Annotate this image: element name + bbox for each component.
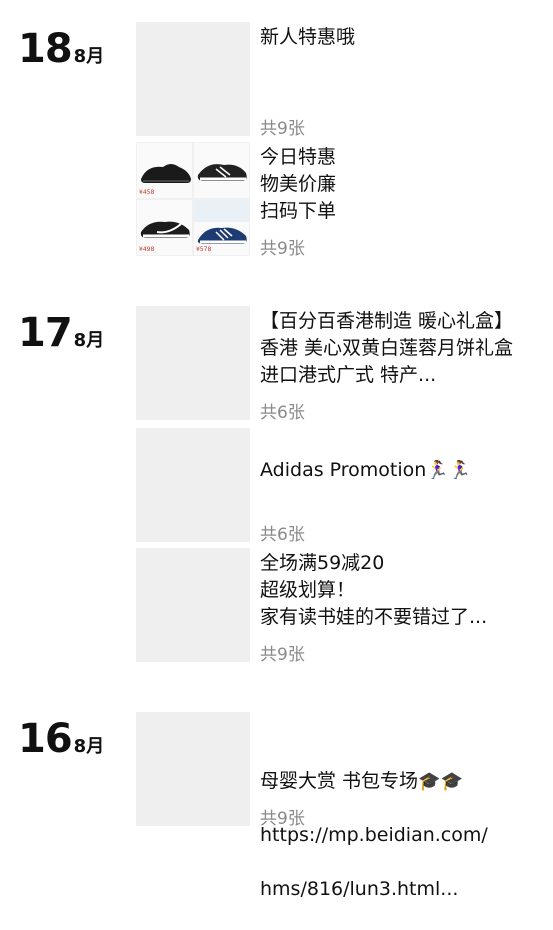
post-caption: 【百分百香港制造 暖心礼盒】香港 美心双黄白莲蓉月饼礼盒 进口港式广式 特产..… bbox=[260, 310, 514, 386]
moments-album-page: { "days": [ { "day": "18", "month": "8月"… bbox=[0, 0, 553, 900]
date-label-17: 17 8月 bbox=[18, 310, 104, 356]
post-item[interactable]: 全场满59减20 超级划算！ 家有读书娃的不要错过了... 共9张 bbox=[136, 548, 536, 665]
price-tag: ¥458 bbox=[139, 189, 155, 196]
post-caption: 今日特惠 物美价廉 扫码下单 bbox=[260, 146, 337, 222]
month-label: 8月 bbox=[73, 46, 105, 67]
image-count: 共9张 bbox=[260, 119, 305, 139]
post-item[interactable]: ¥458 ¥498 ¥578 今日特惠 物美价廉 扫码下单 共9张 bbox=[136, 142, 536, 259]
caption-text: 母婴大赏 书包专场 bbox=[260, 770, 419, 792]
day-number: 17 bbox=[18, 310, 73, 356]
post-caption: 新人特惠哦 bbox=[260, 26, 356, 48]
post-thumbnail[interactable] bbox=[136, 306, 250, 420]
post-item[interactable]: 新人特惠哦 共9张 bbox=[136, 22, 536, 139]
post-thumbnail[interactable] bbox=[136, 428, 250, 542]
price-tag: ¥498 bbox=[139, 246, 155, 253]
post-thumbnail[interactable] bbox=[136, 548, 250, 662]
price-tag: ¥578 bbox=[196, 246, 212, 253]
shoe-image-nike-runner: ¥498 bbox=[136, 199, 193, 256]
post-thumbnail[interactable] bbox=[136, 22, 250, 136]
month-label: 8月 bbox=[73, 736, 105, 757]
image-count: 共9张 bbox=[260, 239, 305, 259]
month-label: 8月 bbox=[73, 330, 105, 351]
image-count: 共9张 bbox=[260, 645, 305, 665]
post-caption: 全场满59减20 超级划算！ 家有读书娃的不要错过了... bbox=[260, 552, 488, 628]
post-item[interactable]: 【百分百香港制造 暖心礼盒】香港 美心双黄白莲蓉月饼礼盒 进口港式广式 特产..… bbox=[136, 306, 536, 423]
image-count: 共6张 bbox=[260, 403, 305, 423]
date-label-18: 18 8月 bbox=[18, 26, 104, 72]
day-number: 18 bbox=[18, 26, 73, 72]
post-item[interactable]: Adidas Promotion🏃‍♀️🏃‍♀️ 共6张 bbox=[136, 428, 536, 545]
post-item[interactable]: 母婴大赏 书包专场🎓🎓 https://mp.beidian.com/ hms/… bbox=[136, 712, 536, 900]
shoe-collage-thumbnail[interactable]: ¥458 ¥498 ¥578 bbox=[136, 142, 250, 256]
image-count: 共9张 bbox=[260, 809, 305, 829]
graduation-cap-icon: 🎓🎓 bbox=[418, 771, 463, 792]
image-count: 共6张 bbox=[260, 525, 305, 545]
caption-link-line: hms/816/lun3.html... bbox=[260, 878, 459, 900]
shoe-image-black-sneaker bbox=[193, 142, 250, 199]
shoe-image-blue-runner: ¥578 bbox=[193, 199, 250, 256]
post-thumbnail[interactable] bbox=[136, 712, 250, 826]
caption-text: Adidas Promotion bbox=[260, 459, 427, 481]
shoe-image-black-oxford: ¥458 bbox=[136, 142, 193, 199]
day-number: 16 bbox=[18, 716, 73, 762]
running-woman-icon: 🏃‍♀️🏃‍♀️ bbox=[426, 460, 472, 481]
date-label-16: 16 8月 bbox=[18, 716, 104, 762]
post-caption: Adidas Promotion🏃‍♀️🏃‍♀️ bbox=[260, 430, 530, 484]
